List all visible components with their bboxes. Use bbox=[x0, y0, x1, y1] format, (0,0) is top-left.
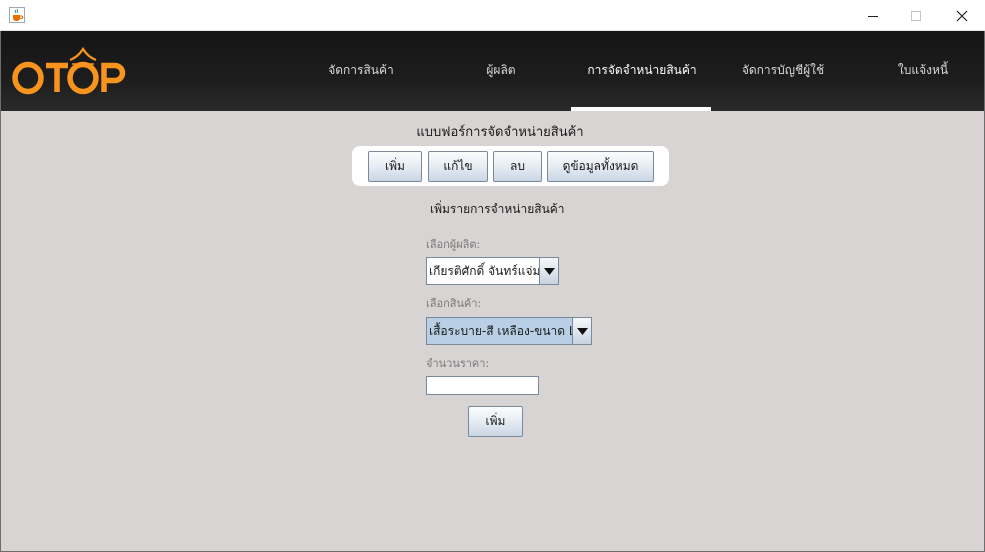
submit-add-button[interactable]: เพิ่ม bbox=[468, 406, 523, 437]
chevron-down-icon bbox=[576, 327, 588, 335]
producer-select-value: เกียรติศักดิ์ จันทร์แจ่ม bbox=[429, 264, 539, 278]
maximize-button[interactable] bbox=[893, 0, 939, 31]
java-cup-icon bbox=[9, 7, 25, 23]
producer-select[interactable]: เกียรติศักดิ์ จันทร์แจ่ม bbox=[426, 257, 559, 285]
chevron-down-icon bbox=[543, 267, 555, 275]
active-tab-indicator bbox=[571, 107, 711, 111]
nav-item-accounts[interactable]: จัดการบัญชีผู้ใช้ bbox=[723, 31, 843, 109]
product-select[interactable]: เสื้อระบาย-สี เหลือง-ขนาด L bbox=[426, 317, 592, 345]
product-label: เลือกสินค้า: bbox=[426, 297, 482, 310]
app-header: จัดการสินค้า ผู้ผลิต การจัดจำหน่ายสินค้า… bbox=[1, 31, 984, 111]
nav-item-products[interactable]: จัดการสินค้า bbox=[301, 31, 421, 109]
view-all-button[interactable]: ดูข้อมูลทั้งหมด bbox=[547, 151, 654, 182]
product-select-value: เสื้อระบาย-สี เหลือง-ขนาด L bbox=[427, 318, 572, 344]
delete-button[interactable]: ลบ bbox=[493, 151, 542, 182]
close-button[interactable] bbox=[939, 0, 985, 31]
product-dropdown-button[interactable] bbox=[572, 318, 591, 344]
nav-item-distribution[interactable]: การจัดจำหน่ายสินค้า bbox=[571, 31, 713, 109]
nav-item-producers[interactable]: ผู้ผลิต bbox=[441, 31, 561, 109]
add-button[interactable]: เพิ่ม bbox=[368, 151, 422, 182]
close-icon bbox=[956, 10, 968, 21]
nav-item-invoices[interactable]: ใบแจ้งหนี้ bbox=[863, 31, 983, 109]
producer-dropdown-button[interactable] bbox=[539, 258, 558, 284]
edit-button[interactable]: แก้ไข bbox=[428, 151, 488, 182]
price-label: จำนวนราคา: bbox=[426, 357, 490, 370]
maximize-icon bbox=[911, 10, 921, 21]
minimize-button[interactable] bbox=[850, 0, 896, 31]
producer-label: เลือกผู้ผลิต: bbox=[426, 238, 481, 251]
price-input[interactable] bbox=[426, 376, 539, 395]
form-title: แบบฟอร์การจัดจำหน่ายสินค้า bbox=[416, 125, 584, 140]
section-title: เพิ่มรายการจำหน่ายสินค้า bbox=[430, 202, 565, 216]
minimize-icon bbox=[868, 15, 878, 17]
window-titlebar bbox=[0, 0, 985, 31]
otop-logo bbox=[12, 44, 134, 100]
